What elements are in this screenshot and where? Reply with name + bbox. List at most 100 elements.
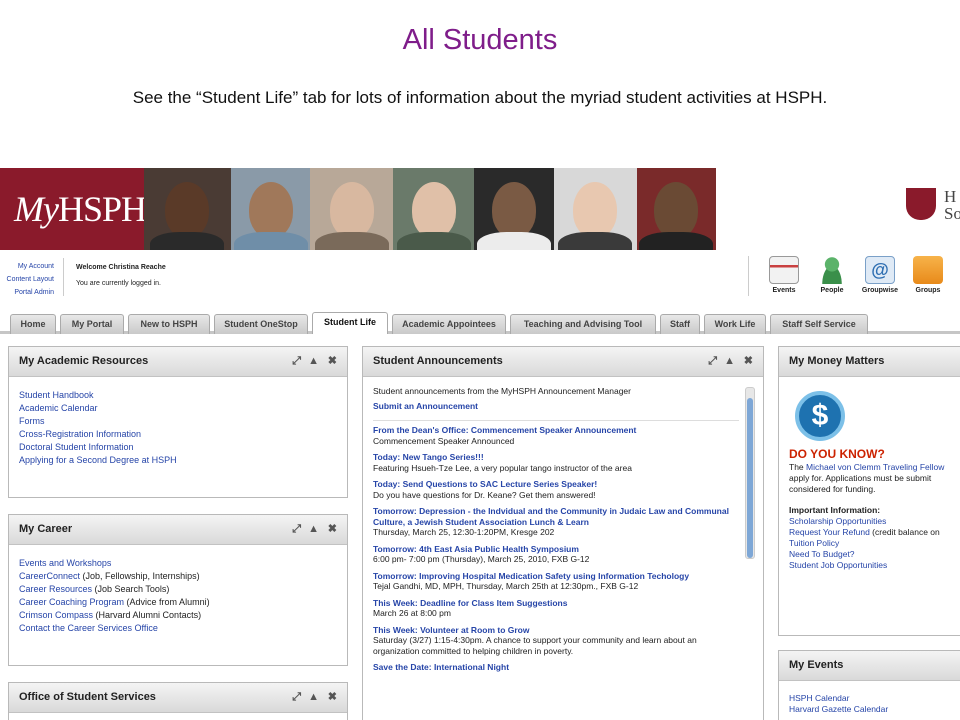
announcement-link[interactable]: Save the Date: International Night	[373, 662, 739, 673]
groups-quicklink[interactable]: Groups	[908, 256, 948, 294]
contact-career-link[interactable]: Contact the Career Services Office	[19, 623, 158, 633]
events-quicklink[interactable]: Events	[764, 256, 804, 294]
list-item: Save the Date: International Night	[373, 662, 739, 673]
logo-my: My	[14, 189, 59, 229]
link-note: (Harvard Alumni Contacts)	[93, 610, 202, 620]
list-item: Events and Workshops	[19, 557, 337, 570]
list-item: Tuition Policy	[789, 538, 957, 549]
careerconnect-link[interactable]: CareerConnect	[19, 571, 80, 581]
divider	[748, 256, 749, 296]
portlet-title: My Academic Resources	[19, 355, 149, 367]
portlet-title: My Money Matters	[789, 355, 885, 367]
user-bar: My Account Content Layout Portal Admin W…	[0, 254, 960, 302]
tab-student-onestop[interactable]: Student OneStop	[214, 314, 308, 334]
myhsph-logo[interactable]: My HSPH	[0, 168, 147, 250]
submit-announcement-link[interactable]: Submit an Announcement	[373, 401, 739, 412]
tab-home[interactable]: Home	[10, 314, 56, 334]
maximize-icon[interactable]: ⤢	[292, 356, 301, 367]
my-account-link[interactable]: My Account	[0, 260, 54, 273]
hsph-calendar-link[interactable]: HSPH Calendar	[789, 693, 957, 704]
slide-subtitle: See the “Student Life” tab for lots of i…	[132, 88, 828, 107]
maximize-icon[interactable]: ⤢	[292, 692, 301, 703]
cross-registration-link[interactable]: Cross-Registration Information	[19, 428, 337, 441]
announcements-scrollbar[interactable]	[745, 387, 755, 559]
maximize-icon[interactable]: ⤢	[708, 356, 717, 367]
list-item: Student Job Opportunities	[789, 560, 957, 571]
career-portlet: My Career ⤢ ▲ ✖ Events and Workshops Car…	[8, 514, 348, 666]
banner-photo	[474, 168, 554, 250]
list-item: Tomorrow: Depression - the Indvidual and…	[373, 506, 739, 538]
portal-admin-link[interactable]: Portal Admin	[0, 286, 54, 299]
tab-teaching-advising[interactable]: Teaching and Advising Tool	[510, 314, 656, 334]
announcement-link[interactable]: Tomorrow: Improving Hospital Medication …	[373, 571, 739, 582]
announcement-link[interactable]: Today: New Tango Series!!!	[373, 452, 739, 463]
list-item: Request Your Refund (credit balance on	[789, 527, 957, 538]
close-icon[interactable]: ✖	[328, 524, 337, 535]
close-icon[interactable]: ✖	[328, 356, 337, 367]
fellowship-link[interactable]: Michael von Clemm Traveling Fellow	[806, 462, 944, 472]
dyk-prefix: The	[789, 462, 807, 472]
announcement-link[interactable]: This Week: Deadline for Class Item Sugge…	[373, 598, 739, 609]
budget-link[interactable]: Need To Budget?	[789, 549, 855, 559]
move-up-icon[interactable]: ▲	[724, 356, 735, 367]
gazette-calendar-link[interactable]: Harvard Gazette Calendar	[789, 704, 957, 715]
dyk-rest: apply for. Applications must be submit c…	[789, 473, 932, 494]
people-quicklink[interactable]: People	[812, 256, 852, 294]
login-status: You are currently logged in.	[76, 280, 161, 287]
harvard-shield-logo: H So	[906, 188, 960, 228]
content-layout-link[interactable]: Content Layout	[0, 273, 54, 286]
move-up-icon[interactable]: ▲	[308, 356, 319, 367]
crimson-compass-link[interactable]: Crimson Compass	[19, 610, 93, 620]
announcement-link[interactable]: This Week: Volunteer at Room to Grow	[373, 625, 739, 636]
career-coaching-link[interactable]: Career Coaching Program	[19, 597, 124, 607]
portlet-header: My Career ⤢ ▲ ✖	[9, 515, 347, 545]
close-icon[interactable]: ✖	[328, 692, 337, 703]
email-icon: @	[865, 256, 895, 284]
maximize-icon[interactable]: ⤢	[292, 524, 301, 535]
banner-photo	[310, 168, 394, 250]
link-note: (Job, Fellowship, Internships)	[80, 571, 200, 581]
close-icon[interactable]: ✖	[744, 356, 753, 367]
job-opportunities-link[interactable]: Student Job Opportunities	[789, 560, 887, 570]
logo-hsph: HSPH	[57, 189, 147, 229]
announcement-text: 6:00 pm- 7:00 pm (Thursday), March 25, 2…	[373, 554, 590, 564]
announcement-link[interactable]: Tomorrow: 4th East Asia Public Health Sy…	[373, 544, 739, 555]
tab-academic-appointees[interactable]: Academic Appointees	[392, 314, 506, 334]
announcement-link[interactable]: From the Dean's Office: Commencement Spe…	[373, 425, 739, 436]
tab-my-portal[interactable]: My Portal	[60, 314, 124, 334]
career-resources-link[interactable]: Career Resources	[19, 584, 92, 594]
move-up-icon[interactable]: ▲	[308, 692, 319, 703]
tab-student-life[interactable]: Student Life	[312, 312, 388, 334]
money-content: $ DO YOU KNOW? The Michael von Clemm Tra…	[779, 377, 960, 581]
groupwise-quicklink[interactable]: @ Groupwise	[860, 256, 900, 294]
banner-photo	[553, 168, 637, 250]
link-note: (credit balance on	[869, 527, 940, 537]
list-item: Today: New Tango Series!!! Featuring Hsue…	[373, 452, 739, 473]
tab-staff-self-service[interactable]: Staff Self Service	[770, 314, 868, 334]
academic-calendar-link[interactable]: Academic Calendar	[19, 402, 337, 415]
announcement-link[interactable]: Tomorrow: Depression - the Indvidual and…	[373, 506, 739, 527]
tab-new-to-hsph[interactable]: New to HSPH	[128, 314, 210, 334]
scholarship-link[interactable]: Scholarship Opportunities	[789, 516, 886, 526]
tab-work-life[interactable]: Work Life	[704, 314, 766, 334]
harvard-text: H So	[944, 187, 960, 223]
people-label: People	[820, 287, 844, 294]
announcement-link[interactable]: Today: Send Questions to SAC Lecture Ser…	[373, 479, 739, 490]
second-degree-link[interactable]: Applying for a Second Degree at HSPH	[19, 454, 337, 467]
doctoral-info-link[interactable]: Doctoral Student Information	[19, 441, 337, 454]
student-handbook-link[interactable]: Student Handbook	[19, 389, 337, 402]
list-item: Tomorrow: 4th East Asia Public Health Sy…	[373, 544, 739, 565]
forms-link[interactable]: Forms	[19, 415, 337, 428]
scrollbar-thumb[interactable]	[747, 398, 753, 558]
tab-staff[interactable]: Staff	[660, 314, 700, 334]
events-workshops-link[interactable]: Events and Workshops	[19, 558, 111, 568]
refund-link[interactable]: Request Your Refund	[789, 527, 870, 537]
academic-links: Student Handbook Academic Calendar Forms…	[9, 377, 347, 479]
list-item: Career Coaching Program (Advice from Alu…	[19, 596, 337, 609]
move-up-icon[interactable]: ▲	[308, 524, 319, 535]
portal-screenshot: My HSPH H So My Account Content Layout P…	[0, 168, 960, 720]
portlet-header: Student Announcements ⤢ ▲ ✖	[363, 347, 763, 377]
account-links: My Account Content Layout Portal Admin	[0, 260, 54, 299]
portlet-header: My Events	[779, 651, 960, 681]
tuition-policy-link[interactable]: Tuition Policy	[789, 538, 839, 548]
